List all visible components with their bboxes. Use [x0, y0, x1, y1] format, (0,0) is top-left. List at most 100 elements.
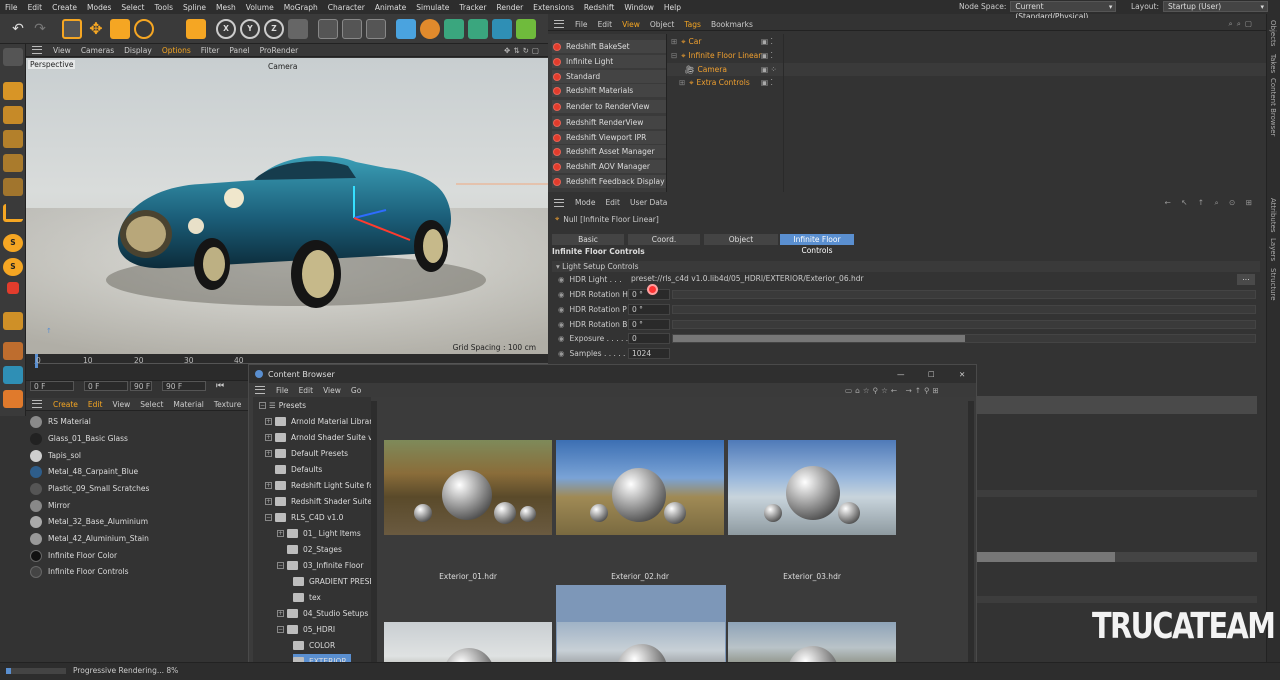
hdr-rotation-h-slider[interactable] — [672, 290, 1256, 299]
menu-redshift[interactable]: Redshift — [579, 3, 619, 12]
node-space-dropdown[interactable]: Current (Standard/Physical) — [1010, 1, 1117, 21]
menu-volume[interactable]: Volume — [241, 3, 279, 12]
model-mode-icon[interactable] — [3, 82, 23, 100]
samples-field[interactable]: 1024 — [628, 348, 670, 359]
redshift-aov-manager-button[interactable]: Redshift AOV Manager — [552, 160, 666, 173]
menu-window[interactable]: Window — [619, 3, 659, 12]
tree-item[interactable]: +01_ Light Items — [277, 526, 361, 540]
redshift-asset-manager-button[interactable]: Redshift Asset Manager — [552, 145, 666, 158]
expand-icon[interactable]: + — [265, 481, 272, 489]
collapse-icon[interactable]: − — [265, 513, 272, 521]
scale-icon[interactable] — [110, 19, 130, 39]
light-setup-group[interactable]: ▾ Light Setup Controls — [552, 261, 1260, 272]
snap-settings-icon[interactable]: S — [3, 258, 23, 276]
hdr-thumbnail[interactable] — [728, 440, 896, 535]
snap-icon[interactable]: S — [3, 234, 23, 252]
material-item[interactable]: Tapis_sol — [30, 448, 81, 463]
hdr-rotation-p-field[interactable]: 0 ° — [628, 304, 670, 315]
object-row-infinite-floor-linear[interactable]: ⊟ ⌖ Infinite Floor Linear ▣ ⁚ — [667, 49, 1267, 62]
object-row-camera[interactable]: 🎥︎ Camera ▣ ⁘ — [667, 63, 1267, 76]
hdr-light-path-field[interactable]: preset://rls_c4d v1.0.lib4d/05_HDRI/EXTE… — [628, 274, 1236, 285]
cb-menu-view[interactable]: View — [318, 386, 346, 395]
material-item[interactable]: Metal_48_Carpaint_Blue — [30, 464, 138, 479]
current-frame-field[interactable]: 0 F — [84, 381, 128, 391]
object-row-extra-controls[interactable]: ⊞ ⌖ Extra Controls ▣ ⁚ — [667, 76, 1267, 89]
expand-icon[interactable]: ⊞ — [671, 37, 677, 46]
deformer-icon[interactable] — [492, 19, 512, 39]
rotate-icon[interactable] — [134, 19, 154, 39]
panel-slider[interactable] — [977, 552, 1257, 562]
close-icon[interactable]: ✕ — [959, 370, 965, 379]
tree-item[interactable]: GRADIENT PRESE — [293, 574, 371, 588]
expand-icon[interactable]: + — [265, 433, 272, 441]
menu-mograph[interactable]: MoGraph — [279, 3, 323, 12]
menu-character[interactable]: Character — [323, 3, 370, 12]
tree-item[interactable]: 02_Stages — [287, 542, 342, 556]
viewport-menu-display[interactable]: Display — [119, 46, 157, 55]
workplane-icon[interactable] — [3, 204, 23, 222]
menu-file[interactable]: File — [0, 3, 23, 12]
collapse-icon[interactable]: − — [259, 401, 266, 409]
om-menu-view[interactable]: View — [617, 20, 645, 29]
hdr-thumbnail[interactable] — [556, 440, 724, 535]
collapse-icon[interactable]: − — [277, 625, 284, 633]
attributes-menu-icon[interactable] — [554, 198, 564, 207]
expand-icon[interactable]: ⊞ — [679, 78, 685, 87]
tab-coord[interactable]: Coord. — [628, 234, 700, 245]
viewport-nav-icons[interactable]: ✥⇅↻▢ — [504, 46, 542, 55]
render-settings-icon[interactable] — [366, 19, 386, 39]
redshift-renderview-button[interactable]: Redshift RenderView — [552, 116, 666, 129]
cb-menu-edit[interactable]: Edit — [294, 386, 319, 395]
material-item[interactable]: RS Material — [30, 414, 91, 429]
animate-toggle-icon[interactable]: ◉ — [558, 290, 565, 299]
menu-help[interactable]: Help — [659, 3, 686, 12]
visibility-icon[interactable]: ▣ ⁚ — [761, 51, 773, 60]
pen-icon[interactable] — [420, 19, 440, 39]
expand-icon[interactable]: + — [265, 497, 272, 505]
viewport-menu-prorender[interactable]: ProRender — [255, 46, 304, 55]
cb-menu-file[interactable]: File — [271, 386, 294, 395]
expand-icon[interactable]: + — [265, 417, 272, 425]
end-frame-field[interactable]: 90 F — [130, 381, 152, 391]
tree-item[interactable]: tex — [293, 590, 321, 604]
material-item[interactable]: Glass_01_Basic Glass — [30, 431, 128, 446]
menu-edit[interactable]: Edit — [23, 3, 48, 12]
expand-icon[interactable]: ⊟ — [671, 51, 677, 60]
tree-item[interactable]: + Arnold Material Library — [265, 414, 371, 428]
column-divider[interactable] — [783, 34, 784, 192]
make-editable-icon[interactable] — [3, 48, 23, 66]
tab-infinite-floor-controls[interactable]: Infinite Floor Controls — [780, 234, 854, 255]
object-manager-menu-icon[interactable] — [554, 20, 564, 28]
timeline-track[interactable] — [34, 354, 548, 364]
standard-button[interactable]: Standard — [552, 70, 666, 83]
side-tab-takes[interactable]: Takes — [1269, 54, 1277, 73]
content-browser-menu-icon[interactable] — [255, 386, 265, 394]
om-menu-edit[interactable]: Edit — [593, 20, 618, 29]
menu-animate[interactable]: Animate — [370, 3, 411, 12]
undo-icon[interactable]: ↶ — [8, 19, 28, 39]
material-menu-edit[interactable]: Edit — [83, 400, 108, 409]
menu-create[interactable]: Create — [47, 3, 82, 12]
expand-icon[interactable]: + — [277, 529, 284, 537]
viewport-menu-panel[interactable]: Panel — [224, 46, 254, 55]
start-frame-field[interactable]: 0 F — [30, 381, 74, 391]
om-menu-bookmarks[interactable]: Bookmarks — [706, 20, 758, 29]
content-browser-titlebar[interactable]: Content Browser — ☐ ✕ — [249, 365, 976, 383]
material-menu-select[interactable]: Select — [135, 400, 168, 409]
menu-tools[interactable]: Tools — [150, 3, 178, 12]
menu-modes[interactable]: Modes — [82, 3, 116, 12]
tree-item[interactable]: Defaults — [275, 462, 322, 476]
menu-tracker[interactable]: Tracker — [454, 3, 491, 12]
tree-scrollbar[interactable] — [371, 401, 377, 679]
menu-mesh[interactable]: Mesh — [211, 3, 241, 12]
tab-basic[interactable]: Basic — [552, 234, 624, 245]
cb-nav-icons[interactable]: ▭⌂☆⚲☆← →↑⚲⊞ — [845, 386, 942, 395]
viewport-menu-view[interactable]: View — [48, 46, 76, 55]
paint-icon[interactable] — [3, 342, 23, 360]
render-picture-viewer-icon[interactable] — [342, 19, 362, 39]
material-menu-texture[interactable]: Texture — [209, 400, 246, 409]
z-axis-icon[interactable]: Z — [264, 19, 284, 39]
tab-object[interactable]: Object — [704, 234, 778, 245]
animate-toggle-icon[interactable]: ◉ — [558, 275, 565, 284]
maximize-icon[interactable]: ☐ — [928, 370, 935, 379]
